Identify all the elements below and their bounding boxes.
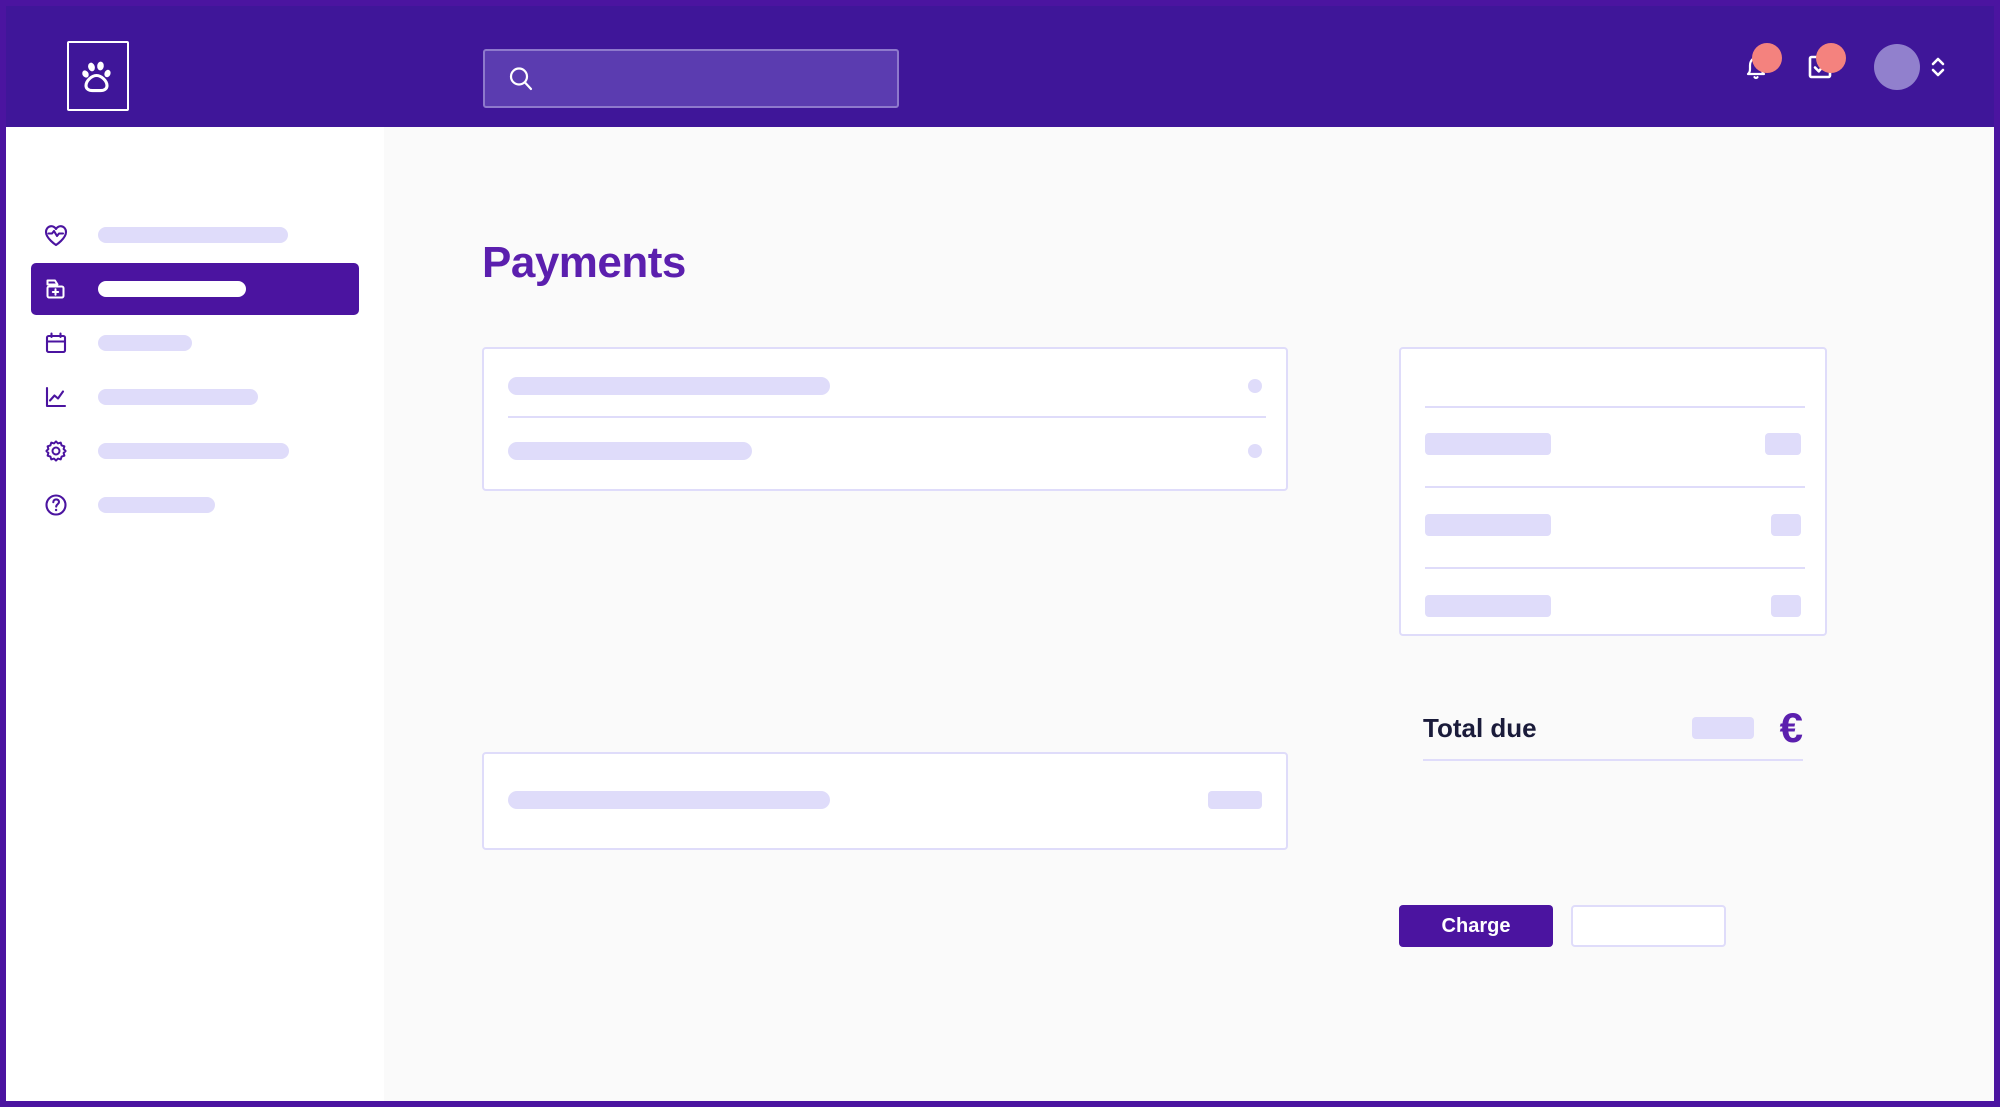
row-divider [508, 416, 1266, 418]
additional-charge-value-placeholder [1208, 791, 1262, 809]
additional-charge-row[interactable] [484, 791, 1286, 809]
sidebar-item-label [98, 335, 192, 351]
payment-actions: Charge [1399, 905, 1726, 947]
total-due-row: Total due € [1399, 697, 1827, 759]
main-content: Payments Total due € Charge [384, 127, 1994, 1101]
sidebar-item-reports[interactable] [31, 371, 359, 423]
payment-method-row[interactable] [484, 442, 1286, 460]
payment-method-radio[interactable] [1248, 444, 1262, 458]
line-item-label-placeholder [1425, 514, 1551, 536]
heart-pulse-icon [39, 218, 73, 252]
charge-button[interactable]: Charge [1399, 905, 1553, 947]
line-item-amount-placeholder [1771, 514, 1801, 536]
total-due-underline [1423, 759, 1803, 761]
avatar [1874, 43, 1920, 90]
invoice-line-item [1401, 595, 1825, 617]
gear-icon [39, 434, 73, 468]
invoice-header-divider [1425, 406, 1805, 408]
currency-symbol: € [1779, 704, 1803, 751]
payment-method-radio[interactable] [1248, 379, 1262, 393]
sidebar-item-payments[interactable] [31, 263, 359, 315]
line-item-label-placeholder [1425, 595, 1551, 617]
sidebar-item-patients[interactable] [31, 209, 359, 261]
total-due-amount-placeholder [1691, 717, 1754, 739]
invoice-summary-card [1399, 347, 1827, 636]
top-header-bar [6, 6, 1994, 127]
app-logo[interactable] [67, 41, 129, 111]
notifications-button[interactable] [1724, 35, 1788, 99]
app-frame: Payments Total due € Charge [6, 6, 1994, 1101]
page-title: Payments [482, 238, 686, 287]
payment-method-label-placeholder [508, 377, 830, 395]
total-due-label: Total due [1423, 712, 1537, 743]
tasks-badge [1816, 42, 1846, 73]
sidebar-item-label [98, 281, 246, 297]
tasks-button[interactable] [1788, 35, 1852, 99]
global-search[interactable] [483, 49, 899, 108]
line-item-label-placeholder [1425, 433, 1551, 455]
sidebar-item-calendar[interactable] [31, 317, 359, 369]
sidebar-item-label [98, 389, 258, 405]
calendar-icon [39, 326, 73, 360]
line-item-amount-placeholder [1771, 595, 1801, 617]
additional-charges-card [482, 752, 1288, 850]
payment-methods-card [482, 347, 1288, 491]
sidebar-item-label [98, 497, 215, 513]
additional-charge-label-placeholder [508, 791, 830, 809]
payment-method-label-placeholder [508, 442, 752, 460]
chevron-up-down-icon [1931, 57, 1945, 76]
sidebar-item-settings[interactable] [31, 425, 359, 477]
payment-method-row[interactable] [484, 377, 1286, 395]
invoice-divider [1425, 486, 1805, 488]
search-icon [509, 66, 533, 90]
secondary-action-button[interactable] [1571, 905, 1726, 947]
sidebar [6, 127, 384, 1101]
invoice-line-item [1401, 514, 1825, 536]
invoice-divider [1425, 567, 1805, 569]
notifications-badge [1752, 42, 1782, 73]
account-menu[interactable] [1874, 43, 1946, 90]
paw-print-icon [82, 61, 111, 93]
medical-bag-plus-icon [39, 272, 73, 306]
line-item-amount-placeholder [1765, 433, 1801, 455]
header-actions [1724, 6, 1946, 127]
sidebar-item-label [98, 227, 288, 243]
help-circle-icon [39, 488, 73, 522]
search-input[interactable] [547, 51, 887, 106]
invoice-line-item [1401, 433, 1825, 455]
sidebar-item-help[interactable] [31, 479, 359, 531]
sidebar-item-label [98, 443, 289, 459]
sidebar-nav [6, 209, 384, 531]
line-chart-icon [39, 380, 73, 414]
